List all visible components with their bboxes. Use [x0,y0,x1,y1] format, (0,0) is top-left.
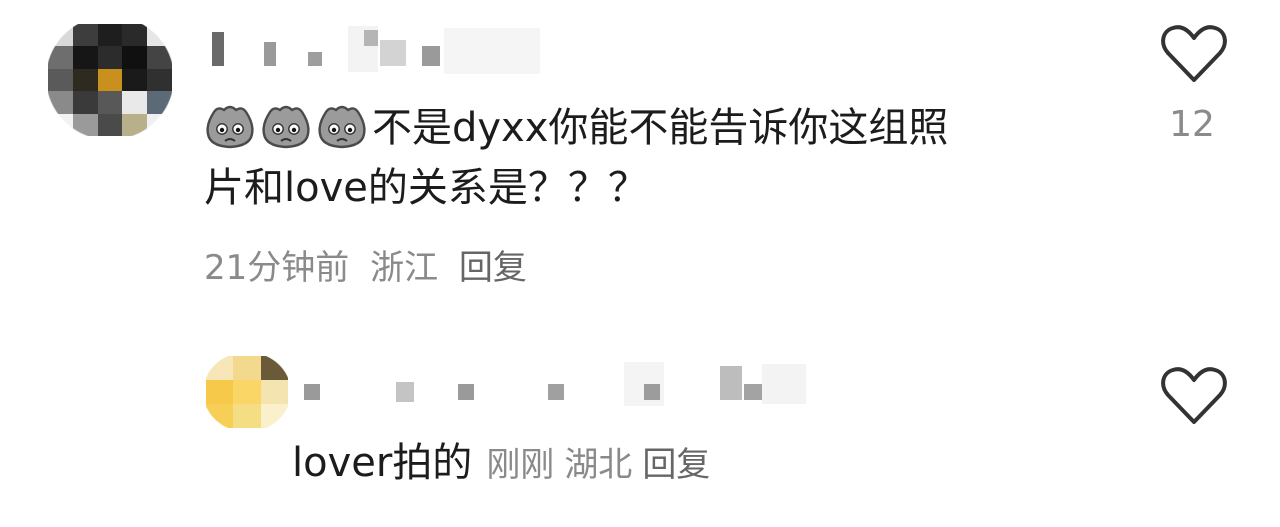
pouting-face-emoji-icon [262,105,310,149]
pouting-face-emoji-icon [206,105,254,149]
reply-time: 刚刚 [486,445,555,485]
comment-reply-button[interactable]: 回复 [459,248,527,288]
comment-time: 21分钟前 [204,248,350,288]
reply-location: 湖北 [564,445,633,485]
heart-outline-icon[interactable] [1158,364,1230,428]
reply-content: lover拍的 刚刚 湖北 回复 [292,433,720,501]
comment-like-count: 12 [1169,104,1215,145]
heart-outline-icon[interactable] [1158,22,1230,86]
pouting-face-emoji-icon [318,105,366,149]
reply-text: lover拍的 [292,440,473,486]
emoji-group [204,102,368,150]
reply-reply-button[interactable]: 回复 [642,445,710,485]
reply-username[interactable] [300,362,820,408]
reply-avatar[interactable] [206,356,288,428]
comment-text: 不是dyxx你能不能告诉你这组照 片和love的关系是？？？ [204,98,1124,218]
comment-meta: 21分钟前 浙江 回复 [204,243,537,293]
comment-username[interactable] [200,26,540,76]
comment-location: 浙江 [370,248,439,288]
comment-avatar[interactable] [48,24,172,136]
